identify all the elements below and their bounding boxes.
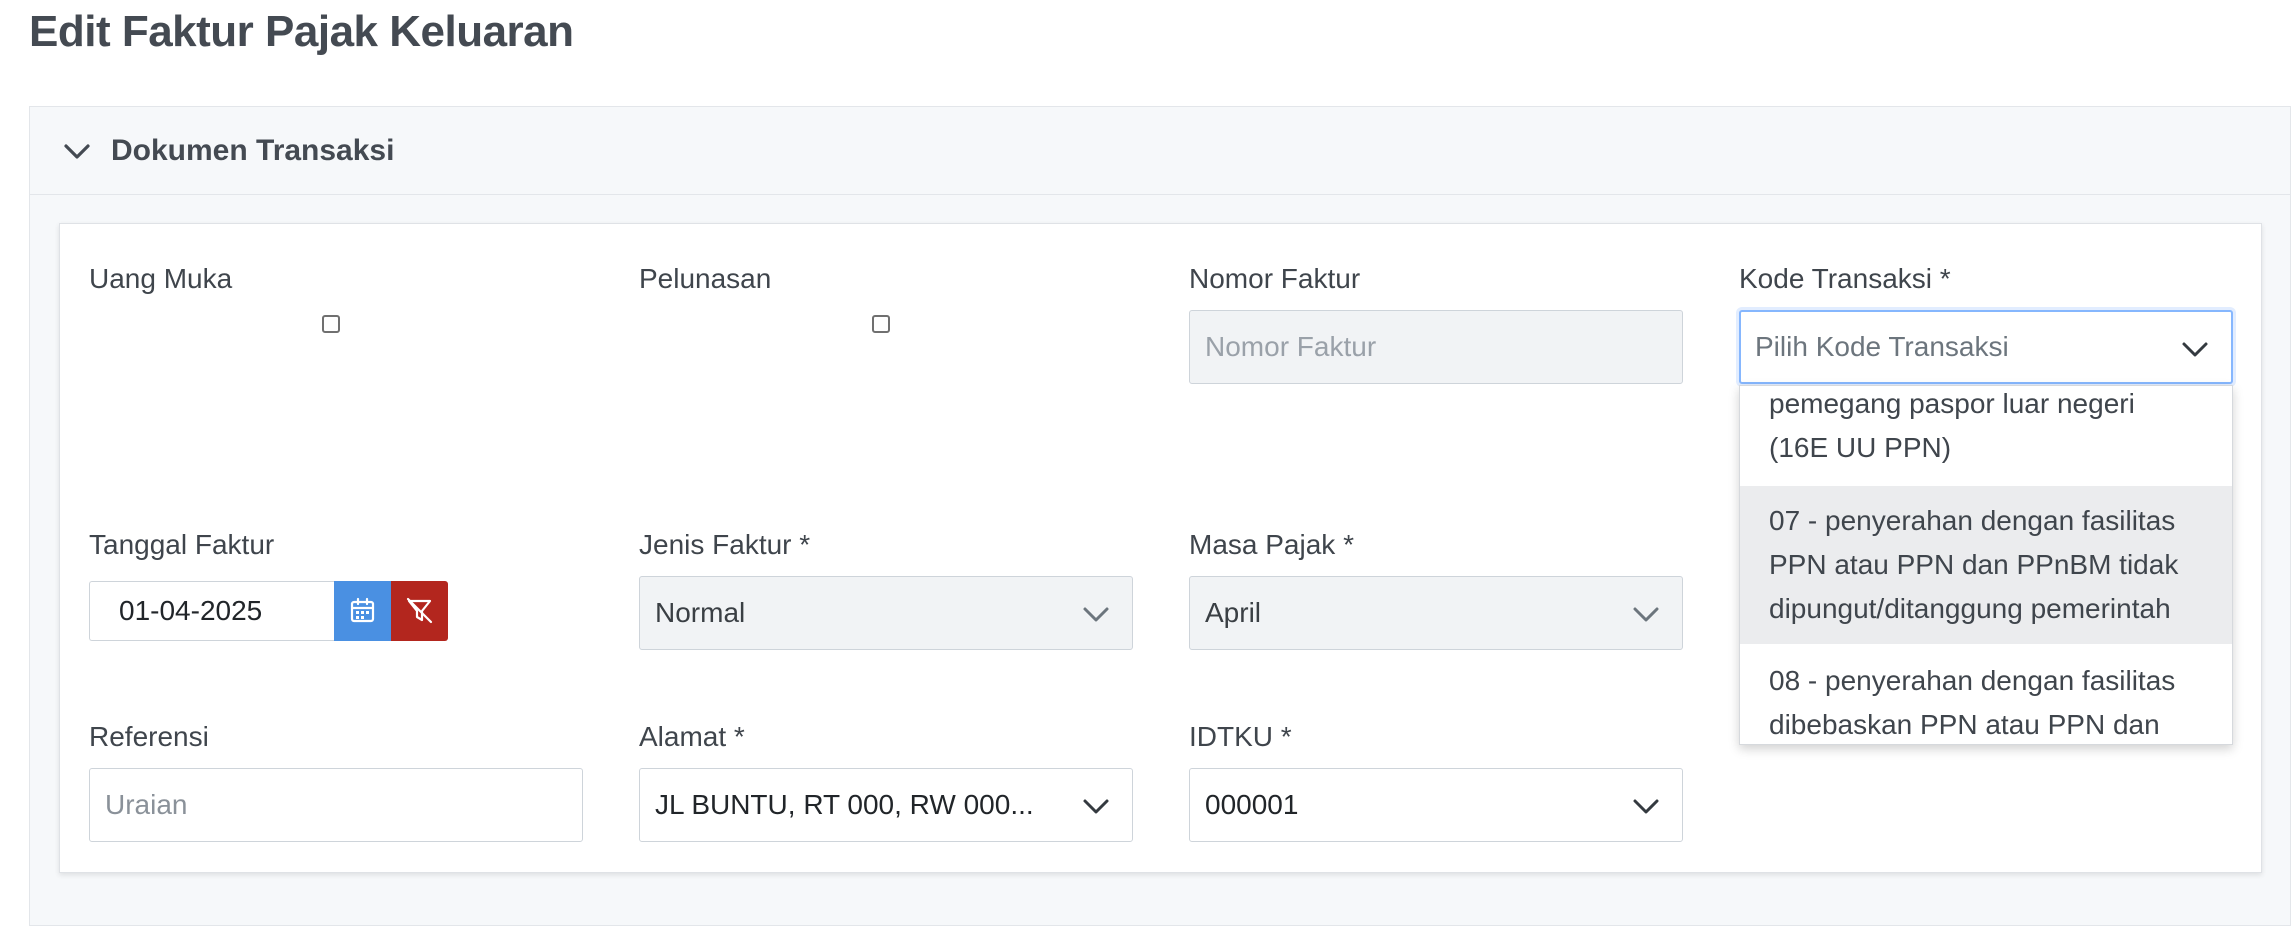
masa-pajak-label: Masa Pajak * — [1189, 529, 1354, 560]
option-text: pemegang paspor luar negeri — [1769, 388, 2135, 419]
kode-transaksi-placeholder: Pilih Kode Transaksi — [1755, 331, 2009, 362]
alamat-label: Alamat * — [639, 721, 745, 752]
uang-muka-checkbox[interactable] — [322, 315, 340, 333]
section-title: Dokumen Transaksi — [111, 134, 395, 167]
option-text: dipungut/ditanggung pemerintah — [1769, 593, 2171, 624]
chevron-down-icon — [2182, 342, 2208, 357]
chevron-down-icon — [1083, 799, 1109, 814]
jenis-faktur-label: Jenis Faktur * — [639, 529, 811, 560]
pelunasan-label: Pelunasan — [639, 263, 772, 294]
chevron-down-icon[interactable] — [62, 137, 92, 167]
idtku-select[interactable]: 000001 — [1189, 768, 1683, 842]
dropdown-option[interactable]: 08 - penyerahan dengan fasilitas dibebas… — [1740, 644, 2232, 744]
page-title: Edit Faktur Pajak Keluaran — [29, 7, 574, 56]
tanggal-faktur-label: Tanggal Faktur — [89, 529, 275, 560]
referensi-input[interactable]: Uraian — [89, 768, 583, 842]
nomor-faktur-input: Nomor Faktur — [1189, 310, 1683, 384]
jenis-faktur-select: Normal — [639, 576, 1133, 650]
masa-pajak-value: April — [1205, 597, 1262, 628]
option-text: PPN atau PPN dan PPnBM tidak — [1769, 549, 2179, 580]
chevron-down-icon — [1083, 607, 1109, 622]
dropdown-option[interactable]: 07 - penyerahan dengan fasilitas PPN ata… — [1740, 486, 2232, 644]
tanggal-faktur-input[interactable]: 01-04-2025 — [89, 581, 334, 641]
dropdown-option[interactable]: pemegang paspor luar negeri (16E UU PPN) — [1740, 386, 2232, 482]
option-text: 07 - penyerahan dengan fasilitas — [1769, 505, 2176, 536]
idtku-value: 000001 — [1205, 789, 1299, 820]
referensi-label: Referensi — [89, 721, 209, 752]
chevron-down-icon — [1633, 607, 1659, 622]
option-text: 08 - penyerahan dengan fasilitas — [1769, 665, 2176, 696]
option-text: dibebaskan PPN atau PPN dan — [1769, 709, 2160, 740]
option-text: (16E UU PPN) — [1769, 432, 1952, 463]
panel-header[interactable]: Dokumen Transaksi — [30, 107, 2290, 195]
pelunasan-checkbox[interactable] — [872, 315, 890, 333]
calendar-button[interactable] — [334, 581, 391, 641]
filter-clear-icon — [406, 597, 433, 624]
kode-transaksi-select[interactable]: Pilih Kode Transaksi — [1739, 310, 2233, 384]
calendar-icon — [350, 597, 375, 623]
chevron-down-icon — [1633, 799, 1659, 814]
masa-pajak-select: April — [1189, 576, 1683, 650]
kode-transaksi-label: Kode Transaksi * — [1739, 263, 1951, 294]
clear-date-button[interactable] — [391, 581, 448, 641]
alamat-select[interactable]: JL BUNTU, RT 000, RW 000... — [639, 768, 1133, 842]
idtku-label: IDTKU * — [1189, 721, 1292, 752]
kode-transaksi-dropdown[interactable]: pemegang paspor luar negeri (16E UU PPN)… — [1739, 385, 2233, 745]
nomor-faktur-label: Nomor Faktur — [1189, 263, 1361, 294]
jenis-faktur-value: Normal — [655, 597, 746, 628]
uang-muka-label: Uang Muka — [89, 263, 233, 294]
alamat-value: JL BUNTU, RT 000, RW 000... — [655, 789, 1034, 820]
